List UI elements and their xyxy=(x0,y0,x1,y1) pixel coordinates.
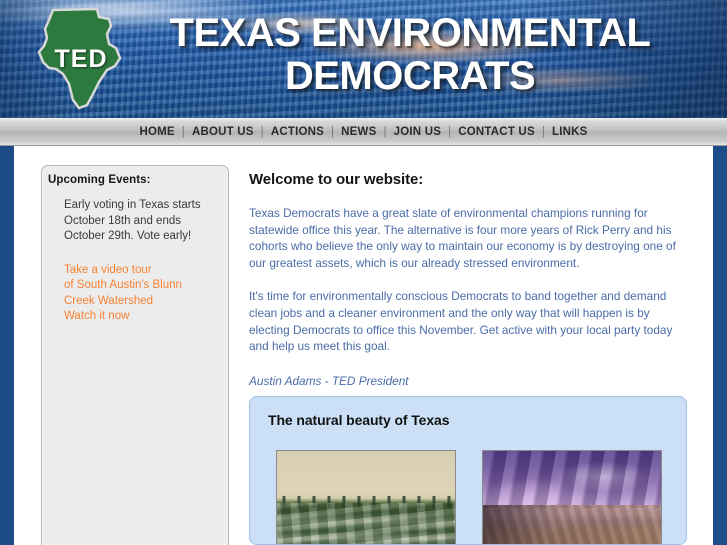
welcome-heading: Welcome to our website: xyxy=(249,171,424,188)
main-content: Welcome to our website: Texas Democrats … xyxy=(249,165,689,389)
feature-image-marsh-refinery[interactable] xyxy=(276,450,456,544)
sidebar-link-watch-it-now[interactable]: Watch it now xyxy=(64,309,216,325)
site-title-line2: DEMOCRATS xyxy=(284,53,536,98)
feature-image-row xyxy=(276,450,662,544)
feature-panel-natural-beauty: The natural beauty of Texas xyxy=(249,396,687,545)
nav-list: HOME | ABOUT US | ACTIONS | NEWS | JOIN … xyxy=(133,126,593,138)
sidebar-link-line1[interactable]: Take a video tour xyxy=(64,263,216,279)
main-navigation[interactable]: HOME | ABOUT US | ACTIONS | NEWS | JOIN … xyxy=(0,118,727,146)
page-root: TED TEXAS ENVIRONMENTAL DEMOCRATS HOME |… xyxy=(0,0,727,545)
nav-item-contact-us[interactable]: CONTACT US xyxy=(452,126,541,138)
nav-item-links[interactable]: LINKS xyxy=(546,126,594,138)
ted-logo-text: TED xyxy=(54,44,108,73)
content-frame: Upcoming Events: Early voting in Texas s… xyxy=(14,146,713,545)
nav-item-news[interactable]: NEWS xyxy=(335,126,382,138)
nav-item-home[interactable]: HOME xyxy=(133,126,180,138)
welcome-paragraph-1: Texas Democrats have a great slate of en… xyxy=(249,206,676,270)
sidebar-link-line3[interactable]: Creek Watershed xyxy=(64,294,216,310)
president-signature: Austin Adams - TED President xyxy=(249,373,409,388)
nav-item-actions[interactable]: ACTIONS xyxy=(265,126,330,138)
sidebar-event-text: Early voting in Texas starts October 18t… xyxy=(64,199,201,242)
site-title-line1: TEXAS ENVIRONMENTAL xyxy=(169,11,651,55)
sidebar-video-link-group[interactable]: Take a video tour of South Austin's Blun… xyxy=(64,263,216,325)
feature-panel-title: The natural beauty of Texas xyxy=(268,412,450,428)
nav-item-join-us[interactable]: JOIN US xyxy=(388,126,447,138)
welcome-paragraph-2: It's time for environmentally conscious … xyxy=(249,289,673,354)
feature-image-mountain-sunset[interactable] xyxy=(482,450,662,544)
site-banner: TED TEXAS ENVIRONMENTAL DEMOCRATS xyxy=(0,0,727,118)
sidebar-body: Early voting in Texas starts October 18t… xyxy=(64,198,216,325)
site-title: TEXAS ENVIRONMENTAL DEMOCRATS xyxy=(140,12,680,98)
nav-item-about-us[interactable]: ABOUT US xyxy=(186,126,260,138)
sidebar-link-line2[interactable]: of South Austin's Blunn xyxy=(64,278,216,294)
sidebar-upcoming-events: Upcoming Events: Early voting in Texas s… xyxy=(41,165,229,545)
ted-logo[interactable]: TED xyxy=(23,4,127,114)
sidebar-title: Upcoming Events: xyxy=(48,174,151,186)
